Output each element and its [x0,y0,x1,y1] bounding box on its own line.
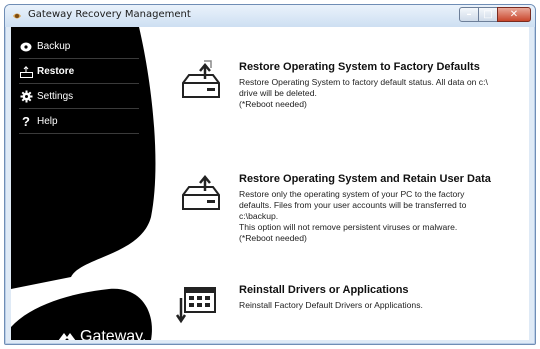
option-retain-user-data[interactable]: Restore Operating System and Retain User… [171,173,521,249]
gateway-logo: Gateway. [57,328,146,340]
option-title[interactable]: Reinstall Drivers or Applications [239,284,409,296]
window-title: Gateway Recovery Management [28,9,191,20]
close-button[interactable]: ✕ [497,7,531,22]
sidebar-item-backup[interactable]: Backup [11,34,139,59]
option-factory-defaults[interactable]: Restore Operating System to Factory Defa… [171,60,521,121]
close-icon: ✕ [509,9,519,20]
main-content: Backup Restore Settings ? Help Gateway. [11,27,529,340]
sidebar-item-settings[interactable]: Settings [11,84,139,109]
option-title[interactable]: Restore Operating System and Retain User… [239,173,491,185]
option-description: Reinstall Factory Default Drivers or App… [239,300,423,310]
reinstall-apps-icon [175,287,216,324]
option-description: Restore only the operating system of you… [239,189,467,243]
maximize-icon: □ [483,9,493,20]
minimize-button[interactable]: – [459,7,479,22]
gear-icon [19,90,33,104]
title-bar[interactable]: Gateway Recovery Management – □ ✕ [5,5,535,27]
sidebar-item-restore[interactable]: Restore [11,59,139,84]
restore-icon [19,65,33,79]
drive-restore-icon [182,60,220,98]
maximize-button[interactable]: □ [478,7,498,22]
option-description: Restore Operating System to factory defa… [239,77,488,109]
brand-name: Gateway. [80,328,147,340]
minimize-icon: – [466,9,472,20]
sidebar-item-help[interactable]: ? Help [11,109,139,134]
sidebar-item-label: Restore [37,66,75,77]
sidebar-item-label: Settings [37,91,74,102]
sidebar-divider [19,133,139,134]
sidebar-item-label: Help [37,116,58,127]
drive-restore-icon [182,175,220,210]
backup-disc-icon [19,40,33,54]
app-icon [13,13,21,19]
option-title[interactable]: Restore Operating System to Factory Defa… [239,61,480,73]
sidebar-item-label: Backup [37,41,71,52]
app-window: Gateway Recovery Management – □ ✕ Backup… [4,4,536,345]
gateway-spots-icon [58,333,76,340]
option-reinstall-drivers[interactable]: Reinstall Drivers or Applications Reinst… [171,284,521,324]
question-mark-icon: ? [22,114,30,129]
